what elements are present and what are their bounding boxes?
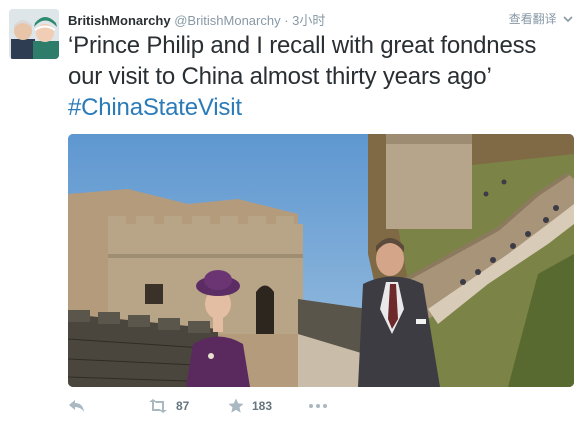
more-icon xyxy=(309,404,327,408)
tweet-text: ‘Prince Philip and I recall with great f… xyxy=(68,30,573,123)
tweet-header: BritishMonarchy @BritishMonarchy · 3小时 xyxy=(68,10,325,29)
translate-label: 查看翻译 xyxy=(508,12,557,26)
tweet-card: BritishMonarchy @BritishMonarchy · 3小时 查… xyxy=(0,0,583,423)
avatar-image xyxy=(9,9,59,59)
hashtag-link[interactable]: #ChinaStateVisit xyxy=(68,94,242,121)
tweet-actions: 87 183 xyxy=(68,396,368,416)
chevron-down-icon[interactable] xyxy=(563,14,573,24)
translate-link[interactable]: 查看翻译 xyxy=(509,10,573,27)
avatar[interactable] xyxy=(9,9,59,59)
favorite-button[interactable]: 183 xyxy=(228,396,272,416)
timestamp[interactable]: 3小时 xyxy=(292,13,325,28)
tweet-body: ‘Prince Philip and I recall with great f… xyxy=(68,32,537,90)
retweet-icon xyxy=(149,399,167,413)
great-wall-photo xyxy=(68,134,574,387)
retweet-count: 87 xyxy=(176,399,190,413)
reply-icon xyxy=(69,400,84,412)
username[interactable]: @BritishMonarchy xyxy=(174,13,280,28)
tweet-photo[interactable] xyxy=(68,134,574,387)
header-separator: · xyxy=(280,13,293,28)
display-name[interactable]: BritishMonarchy xyxy=(68,13,171,28)
favorite-count: 183 xyxy=(252,399,273,413)
more-button[interactable] xyxy=(308,396,328,416)
star-icon xyxy=(228,398,244,413)
reply-button[interactable] xyxy=(68,396,86,416)
retweet-button[interactable]: 87 xyxy=(148,396,189,416)
